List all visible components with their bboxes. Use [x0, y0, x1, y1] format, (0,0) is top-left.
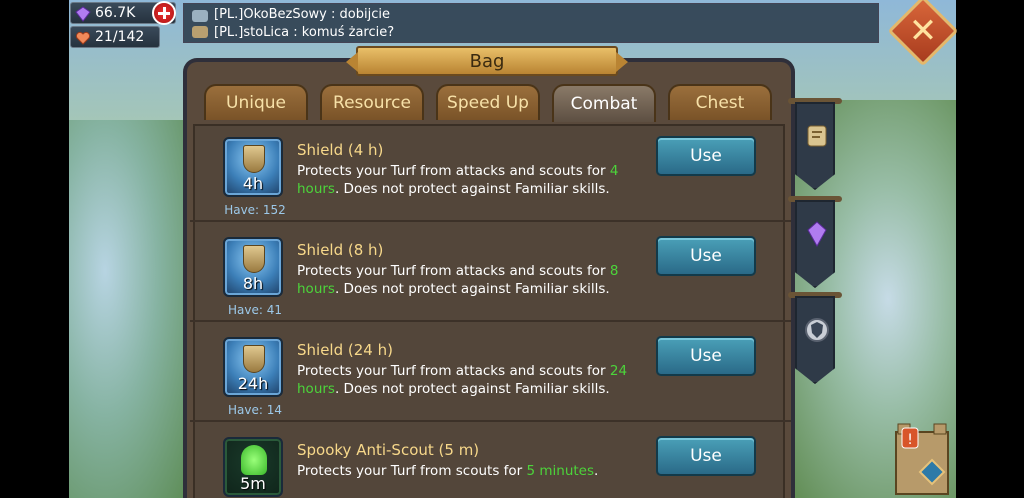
chat-message: [PL.]stoLica : komuś żarcie?: [214, 25, 395, 40]
use-button[interactable]: Use: [656, 336, 756, 376]
item-duration-label: 5m: [240, 474, 266, 493]
shield-icon: [243, 145, 265, 173]
anti-scout-item-icon: 5m: [223, 437, 283, 497]
tab-resource[interactable]: Resource: [320, 84, 424, 120]
chat-ticker[interactable]: [PL.]OkoBezSowy : dobijcie [PL.]stoLica …: [183, 3, 879, 43]
tab-unique[interactable]: Unique: [204, 84, 308, 120]
close-icon: ✕: [908, 11, 938, 51]
item-duration-label: 8h: [242, 274, 264, 293]
use-button[interactable]: Use: [656, 436, 756, 476]
shield-icon: [243, 345, 265, 373]
item-quantity: Have: 14: [228, 403, 282, 417]
item-name: Shield (24 h): [297, 341, 393, 359]
item-quantity: Have: 41: [228, 303, 282, 317]
health-value: 21/142: [95, 29, 145, 45]
shield-item-icon: 4h: [223, 137, 283, 197]
ghost-icon: [241, 445, 267, 475]
guild-banner-button[interactable]: [795, 296, 835, 384]
heart-icon: [75, 31, 91, 45]
item-duration-label: 4h: [242, 174, 264, 193]
bag-tabs: Unique Resource Speed Up Combat Chest: [200, 84, 790, 122]
gem-icon: [75, 6, 91, 22]
item-name: Shield (8 h): [297, 241, 384, 259]
add-gems-button[interactable]: [152, 1, 176, 25]
chat-message: [PL.]OkoBezSowy : dobijcie: [214, 7, 390, 22]
shield-icon: [243, 245, 265, 273]
use-button[interactable]: Use: [656, 236, 756, 276]
background-scenery-left: [69, 120, 189, 498]
gems-value: 66.7K: [95, 5, 136, 21]
item-duration-label: 24h: [237, 374, 269, 393]
tab-speed-up[interactable]: Speed Up: [436, 84, 540, 120]
quest-icon: [807, 125, 827, 147]
item-description: Protects your Turf from scouts for 5 min…: [297, 463, 599, 479]
use-button[interactable]: Use: [656, 136, 756, 176]
list-item: 8h Have: 41 Shield (8 h) Protects your T…: [190, 224, 791, 322]
shield-item-icon: 8h: [223, 237, 283, 297]
list-item: 5m Spooky Anti-Scout (5 m) Protects your…: [190, 424, 791, 498]
item-name: Spooky Anti-Scout (5 m): [297, 441, 480, 459]
kingdom-map-button[interactable]: !: [888, 418, 956, 498]
item-description: Protects your Turf from attacks and scou…: [297, 263, 619, 297]
tab-combat[interactable]: Combat: [552, 84, 656, 122]
svg-text:!: !: [907, 432, 913, 448]
list-item: 24h Have: 14 Shield (24 h) Protects your…: [190, 324, 791, 422]
tab-chest[interactable]: Chest: [668, 84, 772, 120]
shield-item-icon: 24h: [223, 337, 283, 397]
item-name: Shield (4 h): [297, 141, 384, 159]
crystal-icon: [807, 221, 827, 248]
crystal-banner-button[interactable]: [795, 200, 835, 288]
item-description: Protects your Turf from attacks and scou…: [297, 163, 619, 197]
list-item: 4h Have: 152 Shield (4 h) Protects your …: [190, 124, 791, 222]
quest-banner-button[interactable]: [795, 102, 835, 190]
item-quantity: Have: 152: [224, 203, 286, 217]
chat-icon: [192, 10, 208, 38]
guild-shield-icon: [805, 318, 829, 342]
item-description: Protects your Turf from attacks and scou…: [297, 363, 628, 397]
health-counter: 21/142: [70, 26, 160, 48]
panel-title: Bag: [346, 46, 628, 76]
